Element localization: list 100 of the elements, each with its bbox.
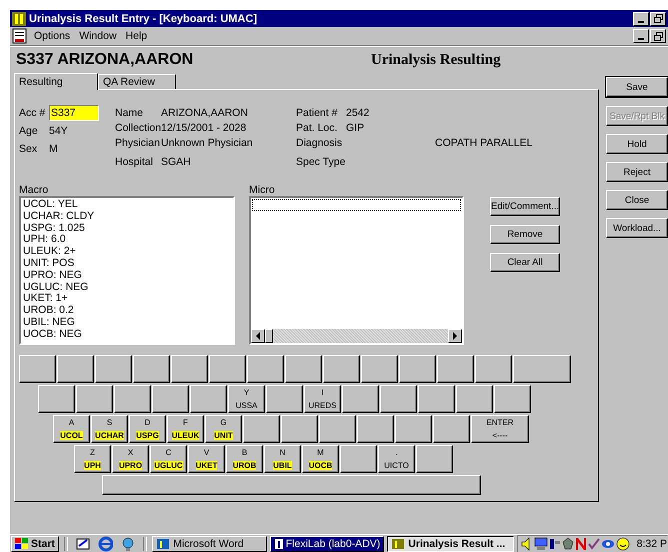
checkmark-icon[interactable]	[588, 536, 600, 550]
minimize-button[interactable]	[633, 12, 649, 26]
keyboard-key[interactable]	[494, 385, 531, 413]
keyboard-key[interactable]	[133, 355, 170, 383]
keyboard-key[interactable]: M UOCB	[302, 445, 339, 473]
side-button[interactable]: Workload...	[606, 218, 668, 238]
list-item[interactable]: ULEUK: 2+	[23, 246, 231, 258]
keyboard-key[interactable]	[357, 415, 394, 443]
keyboard-key[interactable]: Z UPH	[74, 445, 111, 473]
keyboard-key[interactable]: C UGLUC	[150, 445, 187, 473]
restore-button[interactable]	[650, 29, 666, 43]
list-item[interactable]: UNIT: POS	[23, 258, 231, 270]
scroll-thumb[interactable]	[265, 329, 273, 343]
keyboard-key[interactable]: Y USSA	[228, 385, 265, 413]
keyboard-key[interactable]	[342, 385, 379, 413]
menu-item[interactable]: Help	[126, 30, 148, 42]
side-button[interactable]: Hold	[606, 134, 668, 154]
keyboard-key[interactable]	[433, 415, 470, 443]
keyboard-key[interactable]	[95, 355, 132, 383]
action-button[interactable]: Edit/Comment...	[490, 197, 560, 216]
keyboard-key[interactable]: X UPRO	[112, 445, 149, 473]
keyboard-key[interactable]	[395, 415, 432, 443]
taskbar-button[interactable]: Urinalysis Result ...	[387, 536, 514, 552]
list-item[interactable]: UBIL: NEG	[23, 316, 231, 329]
keyboard-key[interactable]: S UCHAR	[91, 415, 128, 443]
keyboard-key[interactable]	[266, 385, 303, 413]
document-icon	[12, 28, 28, 44]
keyboard-key[interactable]	[437, 355, 474, 383]
side-button[interactable]: Reject	[606, 162, 668, 182]
list-item[interactable]: UPH: 6.0	[23, 234, 231, 246]
scroll-left-button[interactable]	[251, 329, 265, 343]
tab[interactable]: Resulting	[14, 73, 98, 90]
keyboard-key[interactable]	[340, 445, 377, 473]
keyboard-key[interactable]	[281, 415, 318, 443]
keyboard-key[interactable]	[102, 475, 481, 495]
accession-field[interactable]: S337	[49, 105, 99, 121]
keyboard-key[interactable]	[475, 355, 512, 383]
restore-button[interactable]	[650, 12, 666, 26]
keyboard-key[interactable]	[319, 415, 356, 443]
micro-list[interactable]	[249, 196, 464, 345]
macro-list[interactable]: UCOL: YEL UCHAR: CLDY USPG: 1.025 UPH: 6.0 ULEUK: 2+ UNIT: POS UPRO: NEG UGLUC: NEG UKET: 1+ UROB: 0.2 UBIL: NEG UOCB: NEG	[19, 196, 235, 345]
keyboard-key[interactable]	[247, 355, 284, 383]
gem-icon[interactable]	[562, 536, 574, 550]
side-button[interactable]: Close	[606, 190, 668, 210]
action-button[interactable]: Clear All	[490, 253, 560, 272]
taskbar-button[interactable]: Microsoft Word	[152, 536, 267, 552]
keyboard-key[interactable]	[19, 355, 56, 383]
keyboard-key[interactable]	[152, 385, 189, 413]
list-item[interactable]: UKET: 1+	[23, 293, 231, 306]
list-item[interactable]: UCOL: YEL	[23, 199, 231, 211]
keyboard-key[interactable]	[361, 355, 398, 383]
list-item[interactable]: UCHAR: CLDY	[23, 210, 231, 223]
keyboard-key[interactable]	[209, 355, 246, 383]
menu-item[interactable]: Window	[79, 30, 117, 42]
list-item[interactable]: UROB: 0.2	[23, 305, 231, 317]
keyboard-key[interactable]: . UICTO	[378, 445, 415, 473]
keyboard-key[interactable]: F ULEUK	[167, 415, 204, 443]
list-label: Micro	[249, 184, 276, 196]
keyboard-key[interactable]	[171, 355, 208, 383]
keyboard-key[interactable]	[38, 385, 75, 413]
action-button[interactable]: Remove	[490, 225, 560, 244]
keyboard-key[interactable]	[57, 355, 94, 383]
keyboard-key[interactable]: N UBIL	[264, 445, 301, 473]
keyboard-key[interactable]: G UNIT	[205, 415, 242, 443]
side-button[interactable]: Save	[606, 77, 668, 97]
keyboard-key[interactable]: I UREDS	[304, 385, 341, 413]
list-item[interactable]: UPRO: NEG	[23, 270, 231, 282]
keyboard-key[interactable]	[513, 355, 571, 383]
keyboard-key[interactable]	[190, 385, 227, 413]
start-button[interactable]: Start	[11, 536, 59, 552]
network-icon[interactable]	[548, 536, 561, 550]
taskbar-button[interactable]: FlexiLab (lab0-ADV)	[270, 536, 384, 552]
keyboard-key[interactable]	[416, 445, 453, 473]
keyboard-key[interactable]	[456, 385, 493, 413]
keyboard-key[interactable]	[418, 385, 455, 413]
desktop-icon[interactable]	[74, 536, 91, 552]
keyboard-key[interactable]	[380, 385, 417, 413]
keyboard-key[interactable]	[285, 355, 322, 383]
field-value: 12/15/2001 - 2028	[161, 122, 246, 134]
keyboard-key[interactable]	[76, 385, 113, 413]
keyboard-key[interactable]: D USPG	[129, 415, 166, 443]
menu-item[interactable]: Options	[34, 30, 70, 42]
tab[interactable]: QA Review	[98, 74, 176, 89]
keyboard-key[interactable]: ENTER <----	[471, 415, 529, 443]
monitor-icon[interactable]	[534, 536, 548, 550]
keyboard-key[interactable]	[243, 415, 280, 443]
minimize-button[interactable]	[633, 29, 649, 43]
horizontal-scrollbar[interactable]	[251, 329, 462, 343]
globe-icon[interactable]	[120, 536, 136, 552]
scroll-right-button[interactable]	[448, 329, 462, 343]
keyboard-key[interactable]	[399, 355, 436, 383]
smiley-icon[interactable]	[616, 536, 630, 550]
keyboard-key[interactable]: B UROB	[226, 445, 263, 473]
list-item[interactable]: UOCB: NEG	[23, 328, 231, 341]
keyboard-key[interactable]: A UCOL	[53, 415, 90, 443]
keyboard-key[interactable]	[114, 385, 151, 413]
list-item[interactable]: USPG: 1.025	[23, 222, 231, 234]
keyboard-key[interactable]	[323, 355, 360, 383]
browser-icon[interactable]	[98, 536, 114, 552]
list-item[interactable]: UGLUC: NEG	[23, 282, 231, 294]
